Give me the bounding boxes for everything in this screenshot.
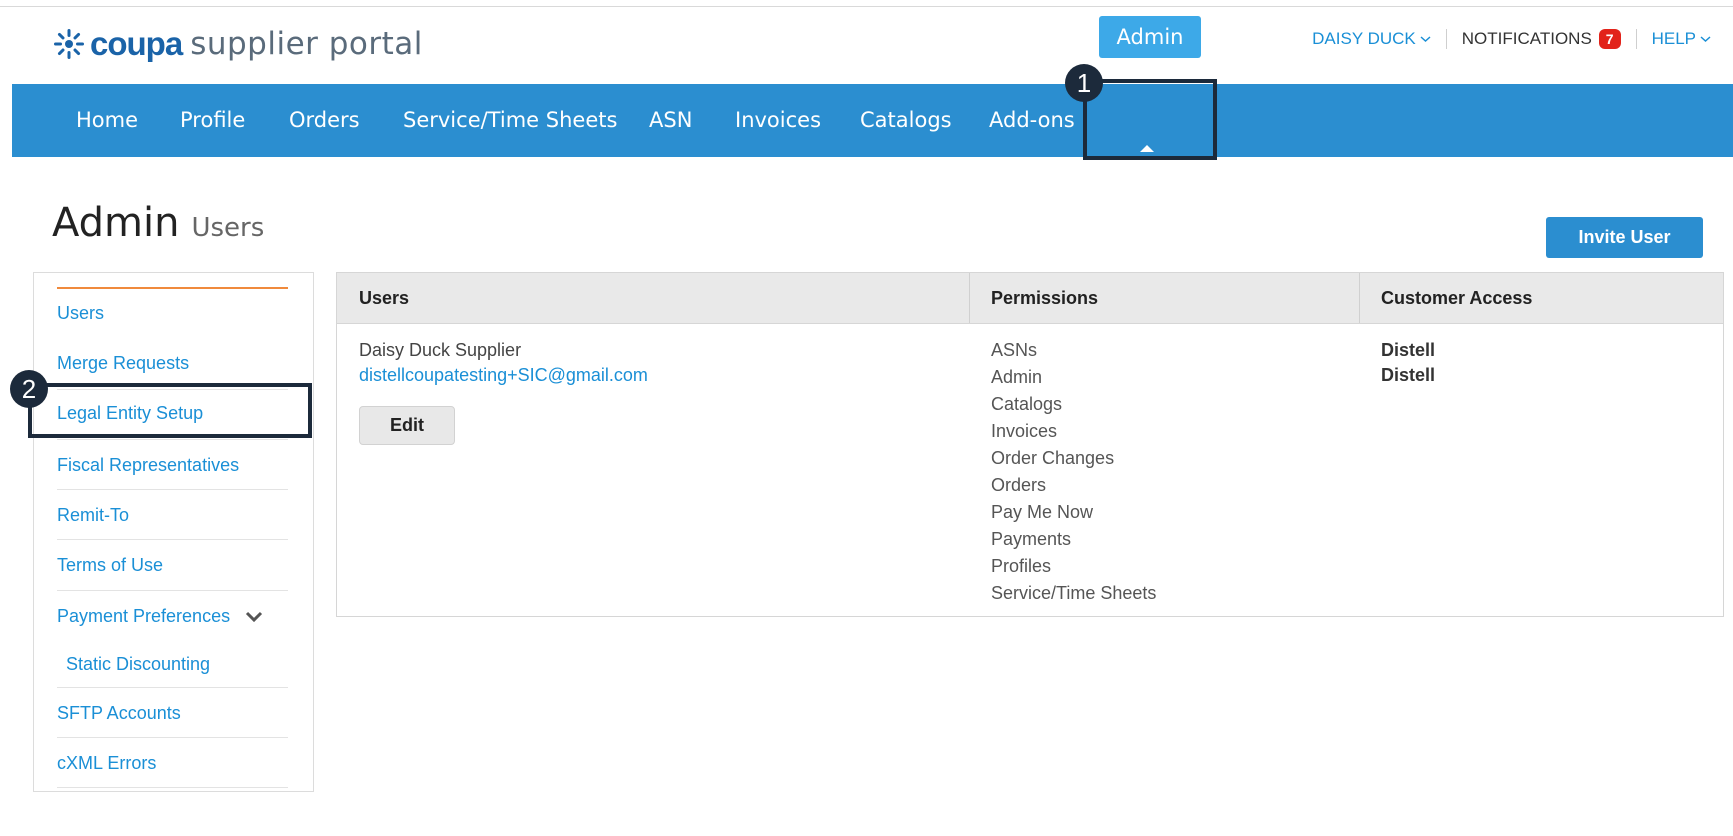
page-title-sub: Users xyxy=(191,213,265,243)
column-header-permissions: Permissions xyxy=(991,288,1099,308)
nav-invoices[interactable]: Invoices xyxy=(735,84,821,157)
permissions-list: ASNs Admin Catalogs Invoices Order Chang… xyxy=(991,337,1156,607)
notifications-badge: 7 xyxy=(1598,29,1621,49)
page-title-main: Admin xyxy=(52,200,180,246)
user-email-link[interactable]: distellcoupatesting+SIC@gmail.com xyxy=(359,362,648,389)
customer-access-item: Distell xyxy=(1381,340,1436,360)
permission-item: Admin xyxy=(991,367,1043,387)
coupa-logo-icon xyxy=(54,29,84,59)
logo-brand-text: coupa xyxy=(90,25,183,62)
user-name: DAISY DUCK xyxy=(1312,29,1416,48)
column-header-users: Users xyxy=(359,288,410,308)
sidebar-item-merge-requests[interactable]: Merge Requests xyxy=(57,353,288,374)
callout-highlight-admin-tab xyxy=(1083,79,1217,160)
callout-number-2: 2 xyxy=(10,370,48,408)
sidebar-divider xyxy=(57,737,288,738)
sidebar-item-label: Payment Preferences xyxy=(57,606,231,626)
coupa-logo[interactable]: coupa supplier portal xyxy=(52,24,423,64)
edit-user-button[interactable]: Edit xyxy=(359,406,455,445)
column-separator xyxy=(969,273,970,323)
sidebar-item-static-discounting[interactable]: Static Discounting xyxy=(66,654,297,675)
help-menu-dropdown[interactable]: HELP xyxy=(1652,29,1711,49)
notifications-link[interactable]: NOTIFICATIONS 7 xyxy=(1462,29,1621,49)
sidebar-divider xyxy=(57,787,288,788)
help-label: HELP xyxy=(1651,29,1696,48)
main-nav: Home Profile Orders Service/Time Sheets … xyxy=(12,84,1733,157)
permission-item: Profiles xyxy=(991,556,1052,576)
account-menu: DAISY DUCK NOTIFICATIONS 7 HELP xyxy=(1312,27,1711,51)
sidebar-item-cxml-errors[interactable]: cXML Errors xyxy=(57,753,288,774)
customer-access-item: Distell xyxy=(1381,365,1436,385)
permission-item: Invoices xyxy=(991,421,1058,441)
notifications-label: NOTIFICATIONS xyxy=(1461,29,1592,48)
callout-number-1: 1 xyxy=(1065,64,1103,102)
user-name-cell: Daisy Duck Supplier xyxy=(359,340,522,360)
nav-home[interactable]: Home xyxy=(76,84,138,157)
top-divider xyxy=(0,6,1733,7)
permission-item: Catalogs xyxy=(991,394,1063,414)
column-separator xyxy=(1359,273,1360,323)
column-header-customer-access: Customer Access xyxy=(1381,288,1533,308)
sidebar-item-terms-of-use[interactable]: Terms of Use xyxy=(57,555,288,576)
table-header: Users Permissions Customer Access xyxy=(337,273,1723,324)
sidebar-accent-bar xyxy=(57,287,288,289)
nav-add-ons[interactable]: Add-ons xyxy=(989,84,1075,157)
sidebar-divider xyxy=(57,687,288,688)
permission-item: Service/Time Sheets xyxy=(991,583,1157,603)
sidebar-item-payment-preferences[interactable]: Payment Preferences xyxy=(57,606,288,627)
users-table: Users Permissions Customer Access Daisy … xyxy=(336,272,1724,617)
sidebar-divider xyxy=(57,539,288,540)
nav-admin[interactable]: Admin xyxy=(1099,16,1201,58)
nav-asn[interactable]: ASN xyxy=(649,84,692,157)
user-menu-dropdown[interactable]: DAISY DUCK xyxy=(1312,29,1431,49)
nav-catalogs[interactable]: Catalogs xyxy=(860,84,952,157)
permission-item: Pay Me Now xyxy=(991,502,1094,522)
page-title: Admin Users xyxy=(52,200,264,246)
sidebar-item-fiscal-representatives[interactable]: Fiscal Representatives xyxy=(57,455,288,476)
nav-profile[interactable]: Profile xyxy=(180,84,245,157)
sidebar-divider xyxy=(57,489,288,490)
chevron-down-icon xyxy=(1420,36,1431,43)
nav-service-time-sheets[interactable]: Service/Time Sheets xyxy=(403,84,617,157)
menu-separator xyxy=(1635,29,1637,49)
sidebar-item-sftp-accounts[interactable]: SFTP Accounts xyxy=(57,703,288,724)
sidebar-divider xyxy=(57,439,288,440)
logo-suffix-text: supplier portal xyxy=(190,26,423,62)
nav-orders[interactable]: Orders xyxy=(289,84,360,157)
menu-separator xyxy=(1445,29,1447,49)
sidebar-divider xyxy=(57,590,288,591)
chevron-down-icon xyxy=(246,612,263,623)
permission-item: Orders xyxy=(991,475,1047,495)
invite-user-button[interactable]: Invite User xyxy=(1546,217,1703,258)
customer-access-list: Distell Distell xyxy=(1381,338,1435,388)
sidebar-item-users[interactable]: Users xyxy=(57,303,288,324)
permission-item: Payments xyxy=(991,529,1072,549)
sidebar-item-remit-to[interactable]: Remit-To xyxy=(57,505,288,526)
permission-item: Order Changes xyxy=(991,448,1115,468)
chevron-down-icon xyxy=(1700,36,1711,43)
permission-item: ASNs xyxy=(991,340,1038,360)
callout-highlight-legal-entity-setup xyxy=(28,383,312,438)
